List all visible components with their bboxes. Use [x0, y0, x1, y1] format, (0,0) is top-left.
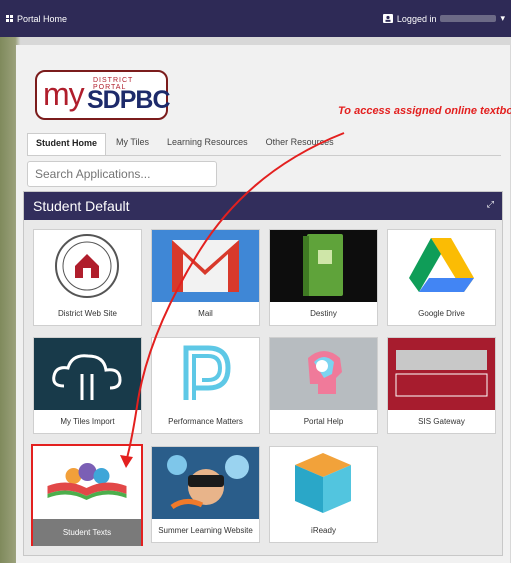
tile-summer-learning-website[interactable]: Summer Learning Website	[151, 446, 260, 543]
tile-label: iReady	[311, 526, 336, 535]
tile-label: Summer Learning Website	[158, 526, 253, 535]
tile-label: District Web Site	[58, 309, 117, 318]
portal-help-icon	[270, 338, 377, 410]
sis-gateway-icon	[388, 338, 495, 410]
top-bar: Portal Home Logged in ▾	[0, 0, 511, 37]
tab-learning-resources[interactable]: Learning Resources	[159, 133, 256, 155]
tile-google-drive[interactable]: Google Drive	[387, 229, 496, 326]
tab-other-resources[interactable]: Other Resources	[258, 133, 342, 155]
tile-district-web-site[interactable]: District Web Site	[33, 229, 142, 326]
tile-student-texts[interactable]: Student Texts	[31, 444, 143, 546]
tile-performance-matters[interactable]: Performance Matters	[151, 337, 260, 434]
annotation-text: To access assigned online textbooks	[338, 105, 511, 117]
tile-my-tiles-import[interactable]: My Tiles Import	[33, 337, 142, 434]
caret-down-icon: ▾	[500, 13, 505, 23]
logged-in-label: Logged in	[396, 13, 437, 24]
tab-student-home[interactable]: Student Home	[27, 133, 107, 155]
open-book-icon	[33, 446, 141, 518]
cloud-upload-icon	[34, 338, 141, 410]
school-district-seal-icon	[34, 230, 141, 302]
user-name-redacted	[440, 15, 497, 22]
grid-icon	[6, 15, 13, 22]
tile-mail[interactable]: Mail	[151, 229, 260, 326]
tab-my-tiles[interactable]: My Tiles	[108, 133, 157, 155]
tile-label: Mail	[198, 309, 213, 318]
tile-label: Google Drive	[418, 309, 465, 318]
vr-learning-icon	[152, 447, 259, 519]
tile-label: SIS Gateway	[418, 417, 465, 426]
gmail-icon	[152, 230, 259, 302]
portal-home-link[interactable]: Portal Home	[6, 14, 67, 24]
tab-bar: Student Home My Tiles Learning Resources…	[27, 133, 344, 155]
tile-label: Student Texts	[33, 519, 141, 546]
search-applications-input[interactable]	[27, 161, 217, 187]
tile-label: Performance Matters	[168, 417, 243, 426]
portal-home-label: Portal Home	[17, 14, 68, 24]
tile-sis-gateway[interactable]: SIS Gateway	[387, 337, 496, 434]
destiny-book-icon	[270, 230, 377, 302]
mydistrict-portal-logo: my DISTRICT PORTAL SDPBC	[35, 70, 171, 120]
tile-label: Portal Help	[303, 417, 344, 426]
tile-label: My Tiles Import	[60, 417, 115, 426]
tile-iready[interactable]: iReady	[269, 446, 378, 543]
iready-cube-icon	[270, 447, 377, 519]
expand-icon[interactable]: ⤢	[487, 199, 494, 210]
widget-header: Student Default ⤢	[24, 192, 502, 220]
google-drive-icon	[388, 230, 495, 302]
logo-sdpbc: SDPBC	[87, 86, 171, 114]
tile-destiny[interactable]: Destiny	[269, 229, 378, 326]
user-menu[interactable]: Logged in ▾	[382, 13, 505, 24]
user-card-icon	[382, 14, 393, 23]
tile-label: Destiny	[310, 309, 337, 318]
tile-portal-help[interactable]: Portal Help	[269, 337, 378, 434]
widget-title: Student Default	[33, 198, 130, 214]
tab-divider	[27, 155, 501, 156]
performance-matters-icon	[152, 338, 259, 410]
logo-my: my	[43, 76, 85, 112]
